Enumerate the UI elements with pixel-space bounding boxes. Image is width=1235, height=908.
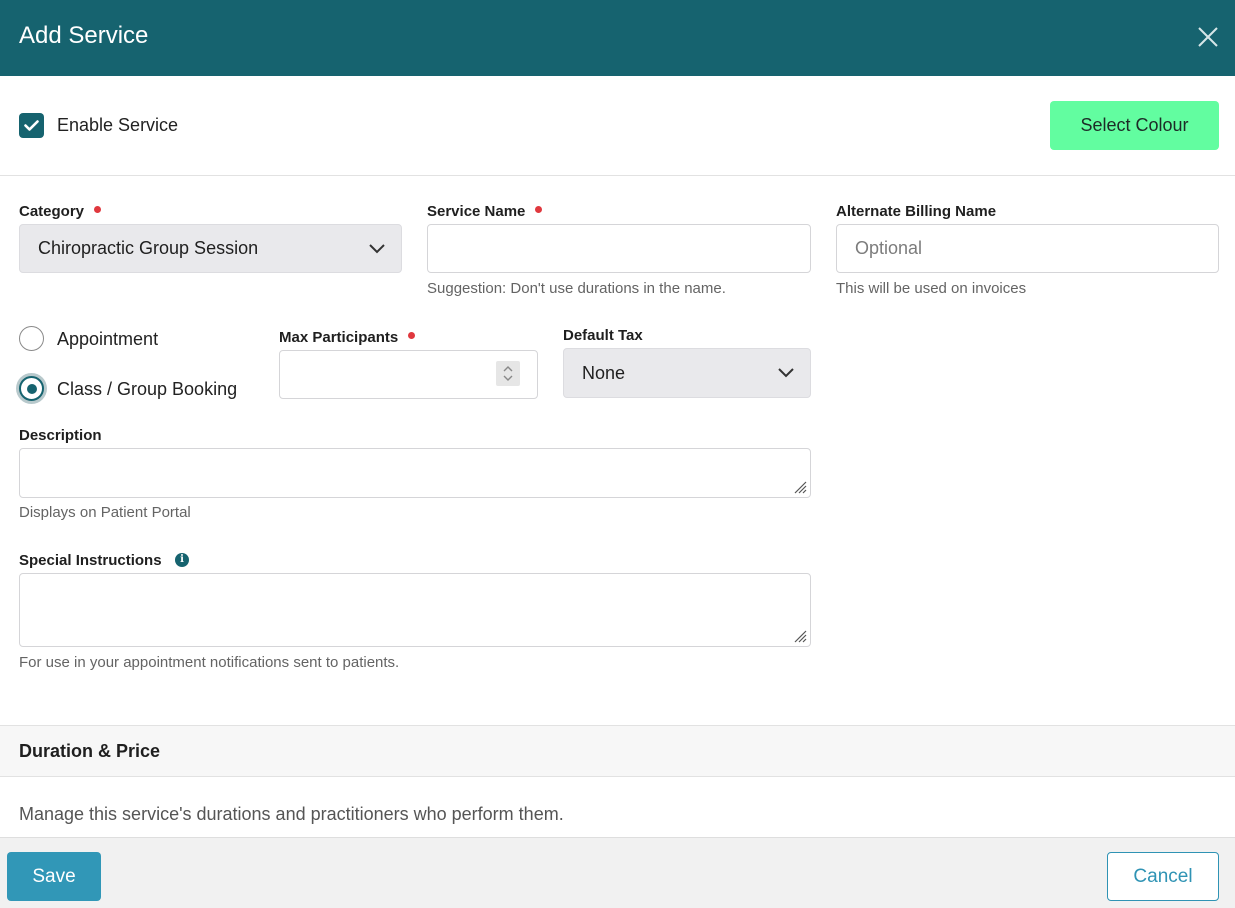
alternate-billing-name-input[interactable] — [836, 224, 1219, 273]
service-name-input[interactable] — [427, 224, 811, 273]
required-indicator — [94, 206, 102, 213]
appointment-radio[interactable] — [19, 326, 44, 351]
required-indicator — [408, 332, 416, 339]
description-hint: Displays on Patient Portal — [19, 504, 191, 521]
resize-handle-icon[interactable] — [793, 480, 807, 494]
required-indicator — [535, 206, 543, 213]
enable-service-label: Enable Service — [57, 115, 179, 135]
check-icon — [24, 120, 39, 131]
enable-service-row: Enable Service Select Colour — [0, 76, 1235, 176]
category-selected-value: Chiropractic Group Session — [38, 238, 259, 258]
info-icon[interactable]: i — [175, 553, 189, 567]
category-select[interactable]: Chiropractic Group Session — [19, 224, 402, 273]
special-instructions-textarea[interactable] — [19, 573, 811, 647]
max-participants-label: Max Participants — [279, 329, 416, 346]
appointment-radio-label[interactable]: Appointment — [57, 329, 158, 350]
description-textarea[interactable] — [19, 448, 811, 498]
modal-header: Add Service — [0, 0, 1235, 76]
default-tax-select[interactable]: None — [563, 348, 811, 398]
default-tax-label: Default Tax — [563, 327, 643, 344]
description-label: Description — [19, 427, 102, 444]
stepper-arrows-icon — [503, 366, 513, 381]
close-icon[interactable] — [1194, 23, 1222, 51]
service-name-label: Service Name — [427, 203, 543, 220]
service-name-hint: Suggestion: Don't use durations in the n… — [427, 280, 726, 297]
duration-price-description: Manage this service's durations and prac… — [19, 804, 564, 824]
special-instructions-hint: For use in your appointment notification… — [19, 654, 400, 671]
select-colour-button[interactable]: Select Colour — [1050, 101, 1219, 150]
alternate-billing-name-label: Alternate Billing Name — [836, 203, 997, 220]
enable-service-checkbox[interactable] — [19, 113, 44, 138]
save-button[interactable]: Save — [7, 852, 101, 901]
alternate-billing-name-hint: This will be used on invoices — [836, 280, 1027, 297]
chevron-down-icon — [778, 368, 794, 378]
max-participants-stepper[interactable] — [496, 361, 520, 386]
category-label: Category — [19, 203, 102, 220]
modal-footer: Save Cancel — [0, 837, 1235, 908]
class-group-booking-radio-label[interactable]: Class / Group Booking — [57, 379, 237, 400]
default-tax-selected-value: None — [582, 362, 626, 383]
modal-title: Add Service — [19, 22, 149, 49]
special-instructions-label: Special Instructions — [19, 552, 162, 569]
duration-price-section-header: Duration & Price — [0, 725, 1235, 777]
resize-handle-icon[interactable] — [793, 629, 807, 643]
section-title: Duration & Price — [19, 741, 161, 761]
cancel-button[interactable]: Cancel — [1107, 852, 1219, 901]
chevron-down-icon — [369, 243, 385, 253]
class-group-booking-radio[interactable] — [19, 376, 44, 401]
